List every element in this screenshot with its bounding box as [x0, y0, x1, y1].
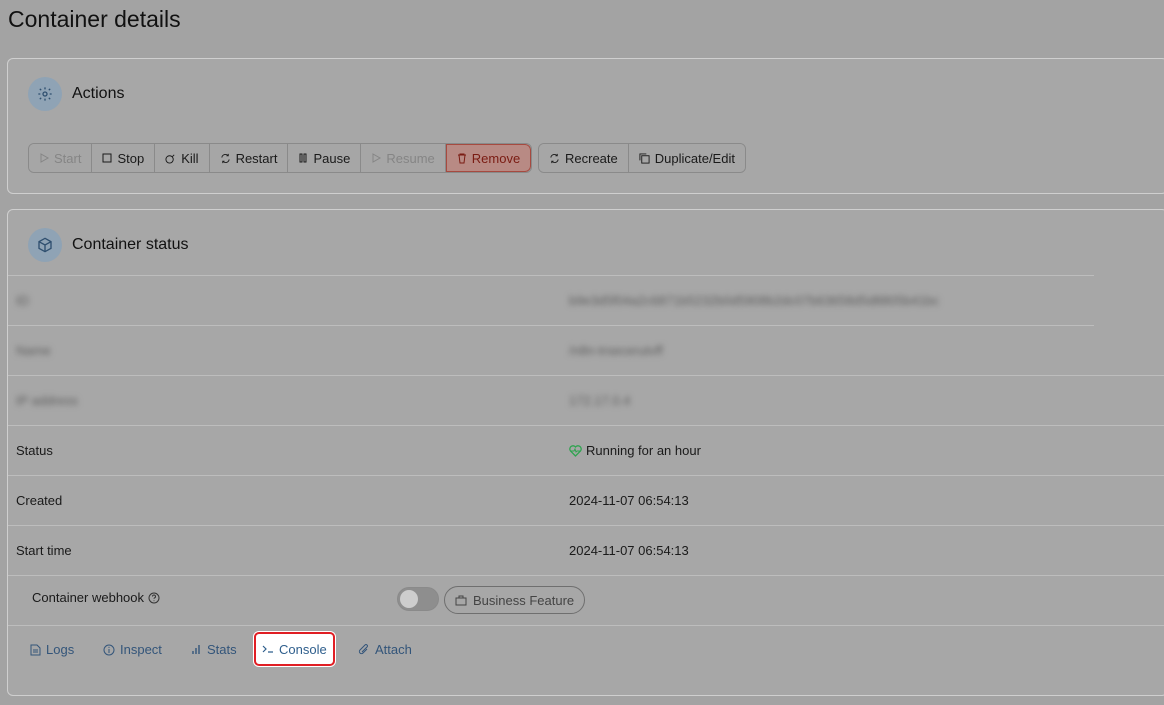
webhook-toggle[interactable] — [397, 587, 439, 611]
row-value: 172.17.0.4 — [569, 393, 631, 408]
bomb-icon — [165, 154, 175, 164]
status-value: Running for an hour — [569, 443, 701, 458]
container-status-card: Container status ID b9e3d5f04a2c6871b523… — [7, 209, 1164, 696]
logs-link[interactable]: Logs — [30, 642, 74, 657]
row-value: b9e3d5f04a2c6871b5232b0d5908b2dc07b63658… — [569, 293, 940, 308]
business-feature-badge[interactable]: Business Feature — [444, 586, 586, 614]
console-link[interactable]: Console — [254, 632, 335, 666]
inspect-link[interactable]: Inspect — [103, 642, 162, 657]
gear-icon — [28, 77, 62, 111]
webhook-row — [8, 575, 1164, 625]
table-row: Start time 2024-11-07 06:54:13 — [8, 525, 1164, 575]
box-icon — [28, 228, 62, 262]
row-key: Status — [16, 443, 53, 458]
bar-chart-icon — [192, 645, 200, 654]
actions-title: Actions — [72, 85, 125, 102]
container-actions-group: Start Stop Kill Restart Pause Resume Rem… — [28, 143, 533, 173]
status-title: Container status — [72, 236, 189, 253]
row-key: Name — [16, 343, 51, 358]
row-value: /n8n-trsecerutvff — [569, 343, 663, 358]
recreate-button[interactable]: Recreate — [539, 144, 629, 172]
duplicate-edit-button[interactable]: Duplicate/Edit — [628, 144, 745, 172]
stop-button[interactable]: Stop — [92, 144, 156, 172]
row-key: Created — [16, 493, 63, 508]
attach-link[interactable]: Attach — [358, 642, 412, 657]
table-row: Name /n8n-trsecerutvff — [8, 325, 1094, 375]
webhook-label: Container webhook — [32, 590, 160, 605]
row-key: ID — [16, 293, 29, 308]
resume-button[interactable]: Resume — [361, 144, 446, 172]
briefcase-icon — [455, 595, 467, 605]
terminal-icon — [262, 645, 273, 653]
restart-button[interactable]: Restart — [209, 144, 289, 172]
start-button[interactable]: Start — [29, 144, 93, 172]
pause-button[interactable]: Pause — [288, 144, 362, 172]
row-key: IP address — [16, 393, 78, 408]
heartbeat-icon — [569, 444, 582, 457]
row-value: 2024-11-07 06:54:13 — [569, 543, 689, 558]
stats-link[interactable]: Stats — [191, 642, 237, 657]
actions-card: Actions Start Stop Kill Restart Pause Re… — [7, 58, 1164, 194]
container-links-bar: Logs Inspect Stats Console Attach — [8, 625, 1164, 675]
table-row: Created 2024-11-07 06:54:13 — [8, 475, 1164, 525]
recreate-actions-group: Recreate Duplicate/Edit — [538, 143, 746, 173]
stop-icon — [102, 153, 112, 163]
row-value: 2024-11-07 06:54:13 — [569, 493, 689, 508]
file-text-icon — [30, 644, 41, 655]
play-icon — [372, 153, 382, 163]
trash-icon — [457, 153, 466, 163]
page-title: Container details — [8, 6, 181, 32]
info-icon — [103, 644, 115, 655]
remove-button[interactable]: Remove — [445, 144, 532, 172]
paperclip-icon — [358, 643, 368, 654]
table-row: IP address 172.17.0.4 — [8, 375, 1164, 425]
play-icon — [40, 153, 49, 163]
status-header: Container status — [28, 228, 189, 262]
actions-header: Actions — [28, 77, 124, 111]
refresh-icon — [550, 153, 559, 163]
row-key: Start time — [16, 543, 72, 558]
table-row: ID b9e3d5f04a2c6871b5232b0d5908b2dc07b63… — [8, 275, 1094, 325]
kill-button[interactable]: Kill — [155, 144, 210, 172]
table-row: Status Running for an hour — [8, 425, 1164, 475]
copy-icon — [639, 152, 650, 164]
help-circle-icon[interactable] — [148, 592, 160, 604]
refresh-icon — [220, 153, 230, 163]
pause-icon — [299, 153, 307, 163]
